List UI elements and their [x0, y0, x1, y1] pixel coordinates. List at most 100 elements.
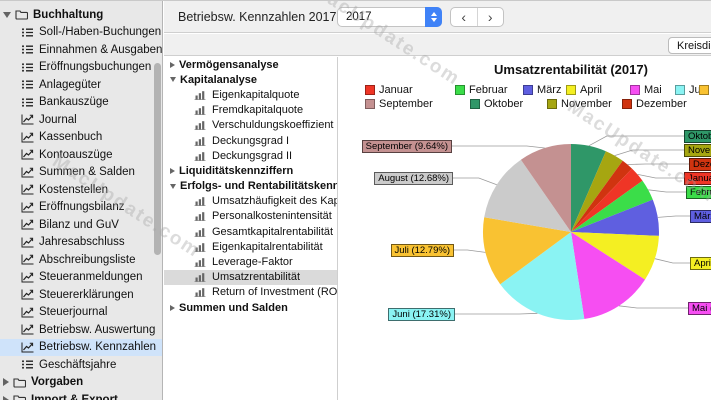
- sidebar-item[interactable]: Kontoauszüge: [0, 146, 162, 164]
- tree-item[interactable]: Umsatzrentabilität: [164, 269, 337, 285]
- sidebar-item[interactable]: Betriebsw. Auswertung: [0, 321, 162, 339]
- sidebar-item[interactable]: Eröffnungsbilanz: [0, 199, 162, 217]
- tree-item-label: Gesamtkapitalrentabilität: [212, 225, 334, 238]
- line-chart-icon: [20, 342, 35, 353]
- line-chart-icon: [20, 324, 35, 335]
- line-chart-icon: [20, 272, 35, 283]
- tree-item[interactable]: Kapitalanalyse: [164, 72, 337, 87]
- disclosure-right-icon[interactable]: [170, 167, 175, 174]
- tree-item-label: Umsatzhäufigkeit des Kapitals: [212, 195, 337, 208]
- line-chart-icon: [20, 307, 35, 318]
- sidebar-item[interactable]: Geschäftsjahre: [0, 356, 162, 374]
- tree-item[interactable]: Eigenkapitalrentabilität: [164, 239, 337, 254]
- sidebar-item[interactable]: Anlagegüter: [0, 76, 162, 94]
- toolbar: Betriebsw. Kennzahlen 2017 2017 ‹ ›: [164, 1, 711, 33]
- sidebar-item[interactable]: Vorgaben: [0, 374, 162, 392]
- tree-item[interactable]: Deckungsgrad II: [164, 148, 337, 163]
- pie-callout-label: Deze: [689, 157, 711, 171]
- bar-chart-icon: [194, 211, 208, 222]
- bar-chart-icon: [194, 257, 208, 268]
- legend-item: Dezember: [622, 97, 687, 111]
- disclosure-right-icon[interactable]: [3, 378, 9, 387]
- sidebar-item[interactable]: Betriebsw. Kennzahlen: [0, 338, 162, 356]
- sidebar-item-label: Kassenbuch: [39, 131, 103, 144]
- sidebar-item[interactable]: Soll-/Haben-Buchungen: [0, 24, 162, 42]
- line-chart-icon: [20, 289, 35, 300]
- pie-callout-label: Febru: [686, 185, 711, 199]
- tree-item[interactable]: Eigenkapitalquote: [164, 87, 337, 102]
- sidebar-item-label: Jahresabschluss: [39, 236, 125, 249]
- next-year-button[interactable]: ›: [478, 8, 504, 26]
- disclosure-down-icon[interactable]: [170, 183, 176, 189]
- legend-label: April: [580, 84, 603, 96]
- bar-chart-icon: [194, 272, 208, 283]
- sidebar-item[interactable]: Steueranmeldungen: [0, 269, 162, 287]
- sidebar-item[interactable]: Steuerjournal: [0, 304, 162, 322]
- pie-callout-label: Mai (1: [688, 301, 711, 315]
- sidebar-item[interactable]: Jahresabschluss: [0, 234, 162, 252]
- pie-callout-label: September (9.64%): [361, 139, 452, 153]
- tree-item[interactable]: Deckungsgrad I: [164, 133, 337, 148]
- prev-year-button[interactable]: ‹: [451, 8, 478, 26]
- sidebar-scrollbar[interactable]: [154, 63, 161, 255]
- page-title: Betriebsw. Kennzahlen 2017: [178, 10, 337, 24]
- legend-item: April: [566, 83, 602, 97]
- sidebar-item-label: Journal: [39, 113, 77, 126]
- tree-item[interactable]: Gesamtkapitalrentabilität: [164, 224, 337, 239]
- sidebar-item[interactable]: Import & Export: [0, 391, 162, 400]
- sidebar-item-label: Anlagegüter: [39, 78, 102, 91]
- sidebar-item[interactable]: Einnahmen & Ausgaben: [0, 41, 162, 59]
- tree-item[interactable]: Liquiditätskennziffern: [164, 163, 337, 178]
- tree-item[interactable]: Erfolgs- und Rentabilitätskennz...: [164, 179, 337, 194]
- list-icon: [20, 44, 35, 55]
- sidebar-item-label: Eröffnungsbilanz: [39, 201, 125, 214]
- pie-callout-label: August (12.68%): [374, 171, 453, 185]
- disclosure-right-icon[interactable]: [170, 61, 175, 68]
- tree-item-label: Eigenkapitalquote: [212, 88, 300, 101]
- chart-type-button[interactable]: Kreisdia: [668, 37, 711, 54]
- disclosure-down-icon[interactable]: [3, 11, 11, 18]
- stepper-icon[interactable]: [425, 6, 442, 27]
- sidebar-item-label: Bankauszüge: [39, 96, 109, 109]
- year-nav: ‹ ›: [450, 7, 504, 27]
- line-chart-icon: [20, 184, 35, 195]
- sidebar-item-label: Bilanz und GuV: [39, 218, 119, 231]
- tree-item-label: Erfolgs- und Rentabilitätskennz...: [180, 180, 337, 193]
- tree-item-label: Fremdkapitalquote: [212, 104, 304, 117]
- disclosure-down-icon[interactable]: [170, 77, 176, 83]
- sidebar-item[interactable]: Kassenbuch: [0, 129, 162, 147]
- sidebar-item[interactable]: Steuererklärungen: [0, 286, 162, 304]
- tree-item[interactable]: Vermögensanalyse: [164, 57, 337, 72]
- tree-item[interactable]: Leverage-Faktor: [164, 254, 337, 269]
- bar-chart-icon: [194, 287, 208, 298]
- legend-swatch: [566, 85, 576, 95]
- tree-item[interactable]: Personalkostenintensität: [164, 209, 337, 224]
- bar-chart-icon: [194, 242, 208, 252]
- sidebar-item[interactable]: Bilanz und GuV: [0, 216, 162, 234]
- year-select-value: 2017: [346, 11, 372, 23]
- sidebar-item[interactable]: Eröffnungsbuchungen: [0, 59, 162, 77]
- sidebar-item-label: Kostenstellen: [39, 183, 109, 196]
- tree-item-label: Deckungsgrad II: [212, 149, 293, 162]
- tree-item[interactable]: Summen und Salden: [164, 300, 337, 315]
- disclosure-right-icon[interactable]: [170, 304, 175, 311]
- sidebar-item[interactable]: Summen & Salden: [0, 164, 162, 182]
- legend-label: November: [561, 98, 612, 110]
- disclosure-right-icon[interactable]: [3, 395, 9, 400]
- pie-callout-label: Janua: [684, 171, 711, 185]
- tree-item[interactable]: Umsatzhäufigkeit des Kapitals: [164, 194, 337, 209]
- sidebar-item[interactable]: Bankauszüge: [0, 94, 162, 112]
- year-select[interactable]: 2017: [337, 6, 442, 27]
- sidebar-item-label: Steueranmeldungen: [39, 271, 143, 284]
- list-icon: [20, 97, 35, 108]
- sidebar-item[interactable]: Kostenstellen: [0, 181, 162, 199]
- sidebar-item[interactable]: Abschreibungsliste: [0, 251, 162, 269]
- pie-callout-label: Juli (12.79%): [390, 243, 454, 257]
- pie-callout-label: Oktob: [684, 129, 711, 143]
- legend-swatch: [547, 99, 557, 109]
- tree-item[interactable]: Fremdkapitalquote: [164, 103, 337, 118]
- tree-item[interactable]: Verschuldungskoeffizient: [164, 118, 337, 133]
- tree-item[interactable]: Return of Investment (ROI): [164, 285, 337, 300]
- sidebar-item[interactable]: Journal: [0, 111, 162, 129]
- sidebar-item[interactable]: Buchhaltung: [0, 6, 162, 24]
